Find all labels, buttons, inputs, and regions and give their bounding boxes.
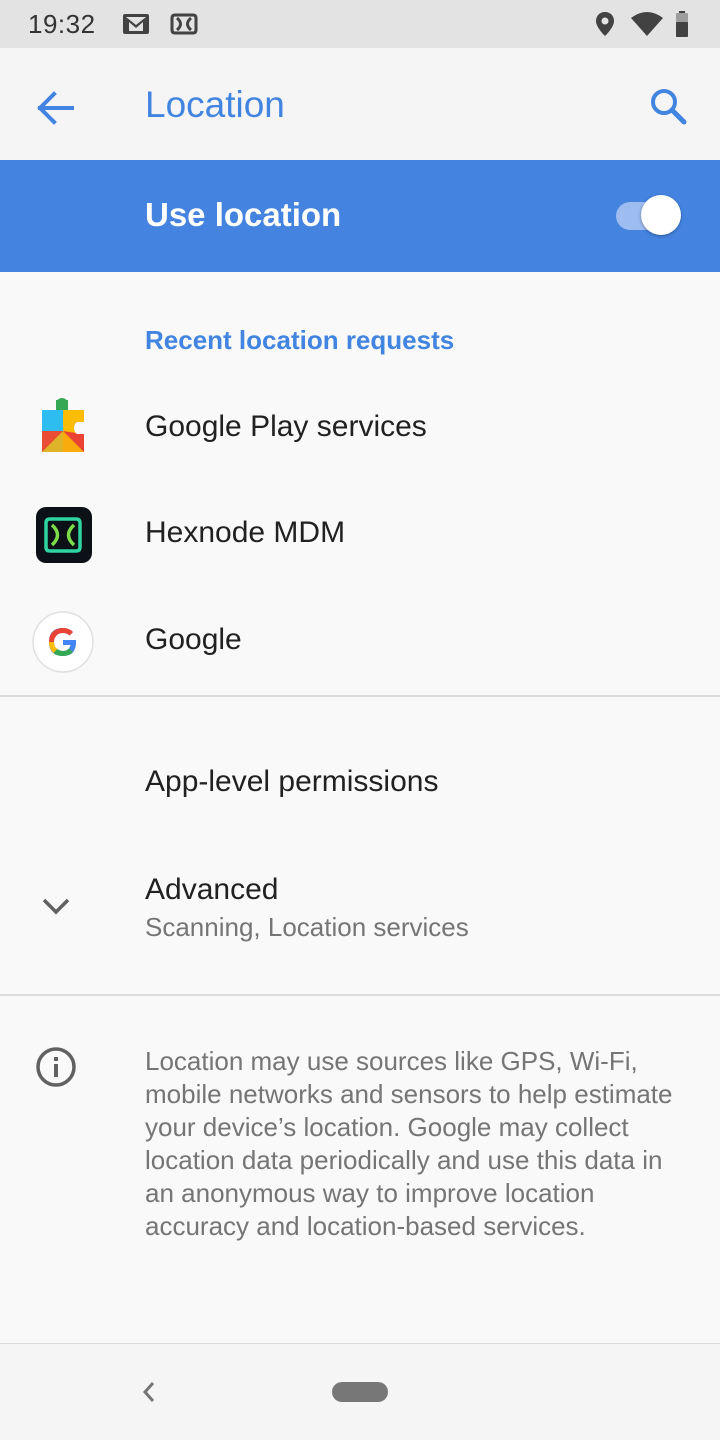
recent-app-hexnode-mdm[interactable]: Hexnode MDM — [0, 482, 720, 588]
use-location-switch-bar[interactable]: Use location — [0, 160, 720, 272]
google-icon — [32, 611, 94, 673]
navigation-bar — [0, 1344, 720, 1440]
divider — [0, 695, 720, 697]
info-icon — [36, 1047, 76, 1087]
nav-home-button[interactable] — [332, 1382, 388, 1402]
status-bar: 19:32 — [0, 0, 720, 48]
advanced-title: Advanced — [145, 873, 279, 906]
use-location-toggle[interactable] — [614, 195, 684, 237]
chevron-down-icon — [42, 898, 70, 915]
nav-back-button[interactable] — [128, 1374, 168, 1410]
wifi-icon — [630, 10, 664, 38]
use-location-label: Use location — [145, 196, 342, 233]
search-button[interactable] — [640, 78, 696, 134]
search-icon — [651, 89, 687, 125]
nav-back-icon — [142, 1382, 155, 1402]
status-time: 19:32 — [28, 9, 96, 39]
gmail-icon — [121, 10, 151, 38]
app-level-permissions-item[interactable]: App-level permissions — [0, 731, 720, 833]
app-label: Hexnode MDM — [145, 516, 346, 549]
app-label: Google — [145, 623, 242, 656]
recent-app-google-play-services[interactable]: Google Play services — [0, 376, 720, 482]
hexnode-mdm-icon — [32, 504, 94, 566]
app-bar: Location — [0, 48, 720, 160]
toggle-thumb — [641, 195, 681, 235]
app-label: Google Play services — [145, 410, 427, 443]
recent-requests-header: Recent location requests — [145, 325, 455, 355]
google-play-services-icon — [32, 398, 94, 460]
back-button[interactable] — [28, 80, 84, 136]
divider — [0, 994, 720, 996]
battery-icon — [670, 10, 694, 38]
advanced-item[interactable]: Advanced Scanning, Location services — [0, 856, 720, 976]
page-title: Location — [145, 84, 285, 125]
location-info-text: Location may use sources like GPS, Wi-Fi… — [145, 1046, 673, 1241]
back-arrow-icon — [37, 91, 74, 125]
location-icon — [590, 10, 620, 38]
recent-app-google[interactable]: Google — [0, 589, 720, 695]
advanced-summary: Scanning, Location services — [145, 912, 469, 942]
hexnode-icon — [169, 10, 199, 38]
app-level-permissions-title: App-level permissions — [145, 765, 439, 798]
